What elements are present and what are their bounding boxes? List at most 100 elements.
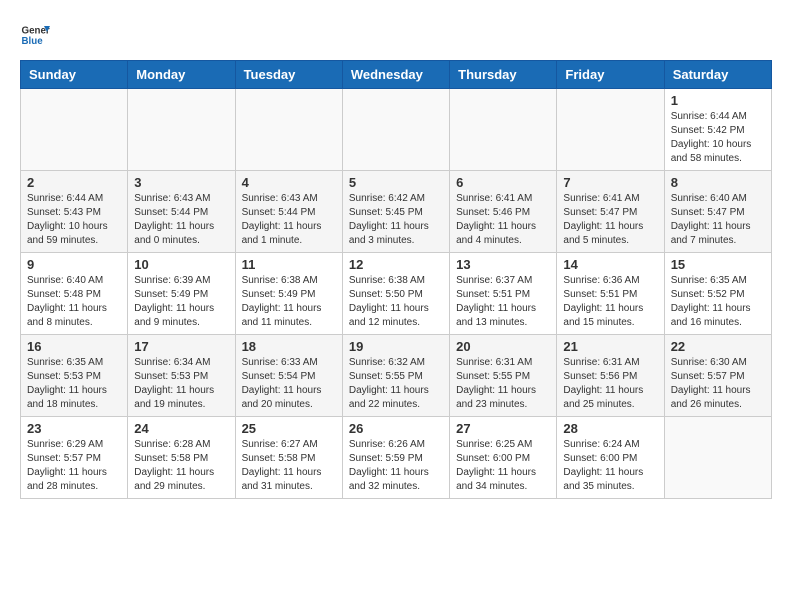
svg-text:Blue: Blue: [22, 36, 44, 47]
day-number: 25: [242, 421, 336, 436]
calendar-week-row: 1 Sunrise: 6:44 AM Sunset: 5:42 PM Daylig…: [21, 89, 772, 171]
day-info: Sunrise: 6:24 AM Sunset: 6:00 PM Dayligh…: [563, 438, 657, 494]
col-friday: Friday: [557, 61, 664, 89]
day-info: Sunrise: 6:38 AM Sunset: 5:50 PM Dayligh…: [349, 274, 443, 330]
day-number: 15: [671, 257, 765, 272]
day-number: 27: [456, 421, 550, 436]
calendar-cell: 4 Sunrise: 6:43 AM Sunset: 5:44 PM Daylig…: [235, 171, 342, 253]
calendar-cell: 21 Sunrise: 6:31 AM Sunset: 5:56 PM Dayli…: [557, 335, 664, 417]
day-number: 9: [27, 257, 121, 272]
day-info: Sunrise: 6:26 AM Sunset: 5:59 PM Dayligh…: [349, 438, 443, 494]
col-thursday: Thursday: [450, 61, 557, 89]
calendar-cell: 24 Sunrise: 6:28 AM Sunset: 5:58 PM Dayli…: [128, 417, 235, 499]
day-number: 19: [349, 339, 443, 354]
col-tuesday: Tuesday: [235, 61, 342, 89]
logo: General Blue: [20, 20, 50, 50]
day-number: 18: [242, 339, 336, 354]
calendar-cell: 18 Sunrise: 6:33 AM Sunset: 5:54 PM Dayli…: [235, 335, 342, 417]
calendar-cell: 17 Sunrise: 6:34 AM Sunset: 5:53 PM Dayli…: [128, 335, 235, 417]
col-wednesday: Wednesday: [342, 61, 449, 89]
day-number: 13: [456, 257, 550, 272]
day-info: Sunrise: 6:40 AM Sunset: 5:48 PM Dayligh…: [27, 274, 121, 330]
day-info: Sunrise: 6:42 AM Sunset: 5:45 PM Dayligh…: [349, 192, 443, 248]
calendar-cell: 8 Sunrise: 6:40 AM Sunset: 5:47 PM Daylig…: [664, 171, 771, 253]
day-number: 26: [349, 421, 443, 436]
day-number: 11: [242, 257, 336, 272]
calendar-week-row: 16 Sunrise: 6:35 AM Sunset: 5:53 PM Dayli…: [21, 335, 772, 417]
day-number: 1: [671, 93, 765, 108]
calendar-cell: 3Sunrise: 6:43 AM Sunset: 5:44 PM Daylig…: [128, 171, 235, 253]
calendar-week-row: 9 Sunrise: 6:40 AM Sunset: 5:48 PM Daylig…: [21, 253, 772, 335]
calendar-cell: 25 Sunrise: 6:27 AM Sunset: 5:58 PM Dayli…: [235, 417, 342, 499]
calendar-cell: [342, 89, 449, 171]
calendar-cell: 28 Sunrise: 6:24 AM Sunset: 6:00 PM Dayli…: [557, 417, 664, 499]
calendar-cell: 5 Sunrise: 6:42 AM Sunset: 5:45 PM Daylig…: [342, 171, 449, 253]
day-info: Sunrise: 6:35 AM Sunset: 5:53 PM Dayligh…: [27, 356, 121, 412]
day-number: 16: [27, 339, 121, 354]
calendar-body: 1 Sunrise: 6:44 AM Sunset: 5:42 PM Daylig…: [21, 89, 772, 499]
day-info: Sunrise: 6:33 AM Sunset: 5:54 PM Dayligh…: [242, 356, 336, 412]
calendar-cell: [450, 89, 557, 171]
calendar-cell: 26 Sunrise: 6:26 AM Sunset: 5:59 PM Dayli…: [342, 417, 449, 499]
day-info: Sunrise: 6:31 AM Sunset: 5:55 PM Dayligh…: [456, 356, 550, 412]
day-info: Sunrise: 6:34 AM Sunset: 5:53 PM Dayligh…: [134, 356, 228, 412]
calendar-cell: 13 Sunrise: 6:37 AM Sunset: 5:51 PM Dayli…: [450, 253, 557, 335]
calendar-cell: 19 Sunrise: 6:32 AM Sunset: 5:55 PM Dayli…: [342, 335, 449, 417]
day-info: Sunrise: 6:44 AM Sunset: 5:42 PM Dayligh…: [671, 110, 765, 166]
day-info: Sunrise: 6:41 AM Sunset: 5:47 PM Dayligh…: [563, 192, 657, 248]
calendar-cell: [21, 89, 128, 171]
calendar-cell: 20 Sunrise: 6:31 AM Sunset: 5:55 PM Dayli…: [450, 335, 557, 417]
day-number: 14: [563, 257, 657, 272]
calendar-cell: [557, 89, 664, 171]
day-info: Sunrise: 6:29 AM Sunset: 5:57 PM Dayligh…: [27, 438, 121, 494]
day-number: 8: [671, 175, 765, 190]
calendar-cell: [128, 89, 235, 171]
col-sunday: Sunday: [21, 61, 128, 89]
calendar-cell: 1 Sunrise: 6:44 AM Sunset: 5:42 PM Daylig…: [664, 89, 771, 171]
calendar-cell: 15 Sunrise: 6:35 AM Sunset: 5:52 PM Dayli…: [664, 253, 771, 335]
day-number: 6: [456, 175, 550, 190]
day-info: Sunrise: 6:40 AM Sunset: 5:47 PM Dayligh…: [671, 192, 765, 248]
day-info: Sunrise: 6:37 AM Sunset: 5:51 PM Dayligh…: [456, 274, 550, 330]
day-number: 21: [563, 339, 657, 354]
day-number: 12: [349, 257, 443, 272]
day-info: Sunrise: 6:25 AM Sunset: 6:00 PM Dayligh…: [456, 438, 550, 494]
calendar-cell: 7 Sunrise: 6:41 AM Sunset: 5:47 PM Daylig…: [557, 171, 664, 253]
day-info: Sunrise: 6:41 AM Sunset: 5:46 PM Dayligh…: [456, 192, 550, 248]
col-saturday: Saturday: [664, 61, 771, 89]
day-info: Sunrise: 6:27 AM Sunset: 5:58 PM Dayligh…: [242, 438, 336, 494]
day-info: Sunrise: 6:28 AM Sunset: 5:58 PM Dayligh…: [134, 438, 228, 494]
day-info: Sunrise: 6:32 AM Sunset: 5:55 PM Dayligh…: [349, 356, 443, 412]
day-info: Sunrise: 6:35 AM Sunset: 5:52 PM Dayligh…: [671, 274, 765, 330]
day-number: 2: [27, 175, 121, 190]
calendar-cell: 11 Sunrise: 6:38 AM Sunset: 5:49 PM Dayli…: [235, 253, 342, 335]
calendar-cell: 6 Sunrise: 6:41 AM Sunset: 5:46 PM Daylig…: [450, 171, 557, 253]
day-info: Sunrise: 6:38 AM Sunset: 5:49 PM Dayligh…: [242, 274, 336, 330]
day-number: 7: [563, 175, 657, 190]
logo-icon: General Blue: [20, 20, 50, 50]
day-number: 23: [27, 421, 121, 436]
calendar-week-row: 2 Sunrise: 6:44 AM Sunset: 5:43 PM Daylig…: [21, 171, 772, 253]
calendar-cell: 16 Sunrise: 6:35 AM Sunset: 5:53 PM Dayli…: [21, 335, 128, 417]
day-number: 24: [134, 421, 228, 436]
day-number: 17: [134, 339, 228, 354]
calendar-week-row: 23 Sunrise: 6:29 AM Sunset: 5:57 PM Dayli…: [21, 417, 772, 499]
day-number: 10: [134, 257, 228, 272]
calendar-header-row: Sunday Monday Tuesday Wednesday Thursday…: [21, 61, 772, 89]
calendar-cell: 22Sunrise: 6:30 AM Sunset: 5:57 PM Dayli…: [664, 335, 771, 417]
calendar-cell: 9 Sunrise: 6:40 AM Sunset: 5:48 PM Daylig…: [21, 253, 128, 335]
calendar-cell: [235, 89, 342, 171]
calendar-cell: 27 Sunrise: 6:25 AM Sunset: 6:00 PM Dayli…: [450, 417, 557, 499]
day-number: 20: [456, 339, 550, 354]
day-number: 28: [563, 421, 657, 436]
day-number: 22: [671, 339, 765, 354]
day-number: 5: [349, 175, 443, 190]
calendar-cell: 2 Sunrise: 6:44 AM Sunset: 5:43 PM Daylig…: [21, 171, 128, 253]
calendar-cell: [664, 417, 771, 499]
day-info: Sunrise: 6:44 AM Sunset: 5:43 PM Dayligh…: [27, 192, 121, 248]
day-info: Sunrise: 6:43 AM Sunset: 5:44 PM Dayligh…: [134, 192, 228, 248]
calendar-cell: 23 Sunrise: 6:29 AM Sunset: 5:57 PM Dayli…: [21, 417, 128, 499]
day-info: Sunrise: 6:43 AM Sunset: 5:44 PM Dayligh…: [242, 192, 336, 248]
day-number: 4: [242, 175, 336, 190]
day-info: Sunrise: 6:31 AM Sunset: 5:56 PM Dayligh…: [563, 356, 657, 412]
